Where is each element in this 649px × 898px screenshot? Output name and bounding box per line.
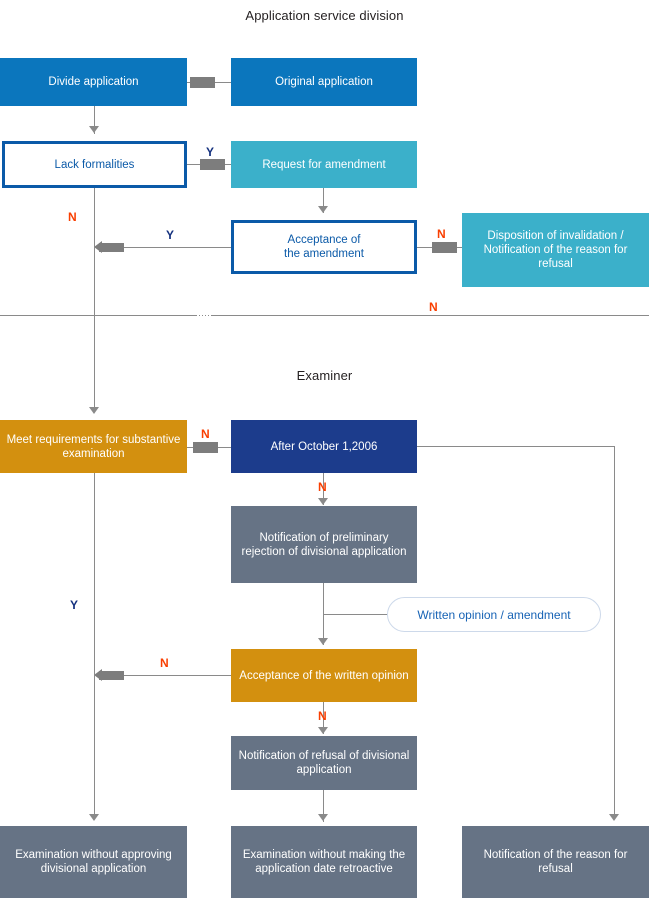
node-original-application[interactable]: Original application	[231, 58, 417, 106]
lane-divider-dotted	[196, 315, 212, 316]
connector-pill-to-trunk	[323, 614, 387, 615]
label-n-lack-formalities: N	[68, 210, 77, 224]
lane-title-application-service-division: Application service division	[245, 8, 404, 23]
lane-title-examiner: Examiner	[296, 368, 353, 383]
connector-tail-acceptance-left	[99, 243, 124, 252]
lane-divider-right	[212, 315, 649, 316]
arrowhead-preliminary-to-acceptance	[318, 638, 328, 645]
node-acceptance-amendment-line1: Acceptance of	[287, 234, 361, 246]
label-y-acceptance-amendment: Y	[166, 228, 175, 242]
node-request-for-amendment[interactable]: Request for amendment	[231, 141, 417, 188]
connector-lack-to-meet-requirements	[94, 188, 95, 410]
connector-stub-lack-request	[200, 159, 225, 170]
arrowhead-request-to-acceptance	[318, 206, 328, 213]
connector-stub-divide-original	[190, 77, 215, 88]
node-acceptance-amendment-line2: the amendment	[284, 248, 364, 260]
connector-after-october-down	[614, 446, 615, 818]
arrowhead-acceptance-to-notification-refusal	[318, 727, 328, 734]
label-n-meet-requirements: N	[201, 427, 210, 441]
arrowhead-lack-to-meet-requirements	[89, 407, 99, 414]
node-notification-reason-for-refusal[interactable]: Notification of the reason for refusal	[462, 826, 649, 898]
node-divide-application[interactable]: Divide application	[0, 58, 187, 106]
arrowhead-meet-to-examination	[89, 814, 99, 821]
node-meet-requirements[interactable]: Meet requirements for substantive examin…	[0, 420, 187, 473]
connector-after-october-right	[417, 446, 615, 447]
node-examination-without-retroactive[interactable]: Examination without making the applicati…	[231, 826, 417, 898]
arrowhead-after-october-to-refusal	[609, 814, 619, 821]
node-acceptance-of-the-amendment[interactable]: Acceptance of the amendment	[231, 220, 417, 274]
arrowhead-after-october-to-preliminary	[318, 498, 328, 505]
node-notification-preliminary-rejection[interactable]: Notification of preliminary rejection of…	[231, 506, 417, 583]
connector-stub-meet-after	[193, 442, 218, 453]
connector-acceptance-to-left	[110, 247, 231, 248]
label-y-lack-formalities: Y	[206, 145, 215, 159]
node-acceptance-written-opinion[interactable]: Acceptance of the written opinion	[231, 649, 417, 702]
arrowhead-acceptance-to-left	[94, 241, 102, 253]
label-n-acceptance-written-opinion: N	[160, 656, 169, 670]
arrowhead-acceptance-written-to-left	[94, 669, 102, 681]
node-written-opinion-amendment[interactable]: Written opinion / amendment	[387, 597, 601, 632]
node-after-october[interactable]: After October 1,2006	[231, 420, 417, 473]
label-n-after-october: N	[318, 480, 327, 494]
connector-stub-acceptance-disposition	[432, 242, 457, 253]
label-n-disposition-return: N	[429, 300, 438, 314]
connector-meet-to-examination-without-approving	[94, 473, 95, 818]
label-n-written-opinion-refusal: N	[318, 709, 327, 723]
node-notification-refusal-divisional[interactable]: Notification of refusal of divisional ap…	[231, 736, 417, 790]
lane-divider-left	[0, 315, 196, 316]
node-examination-without-approving[interactable]: Examination without approving divisional…	[0, 826, 187, 898]
label-n-acceptance-amendment: N	[437, 227, 446, 241]
label-y-meet-requirements: Y	[70, 598, 79, 612]
arrowhead-refusal-to-examination-retroactive	[318, 814, 328, 821]
node-lack-formalities[interactable]: Lack formalities	[2, 141, 187, 188]
connector-acceptance-written-to-left	[110, 675, 231, 676]
node-disposition-of-invalidation[interactable]: Disposition of invalidation / Notificati…	[462, 213, 649, 287]
arrowhead-divide-to-lack	[89, 126, 99, 133]
connector-tail-acceptance-written-left	[99, 671, 124, 680]
flowchart-canvas: Application service division Examiner Di…	[0, 0, 649, 898]
